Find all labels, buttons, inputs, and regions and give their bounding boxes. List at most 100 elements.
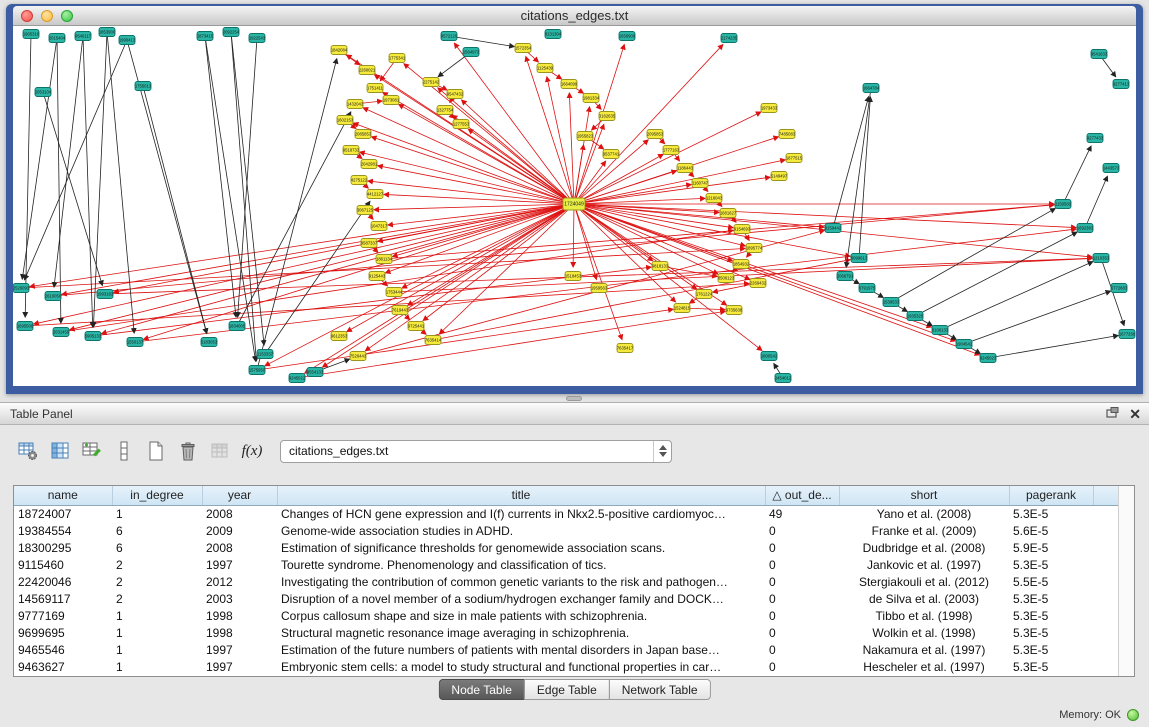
graph-node[interactable]: 1973081 <box>383 96 400 105</box>
graph-node[interactable]: 2269432 <box>750 279 767 288</box>
table-row[interactable]: 911546021997Tourette syndrome. Phenomeno… <box>14 556 1119 573</box>
close-panel-button[interactable]: ✕ <box>1129 407 1141 421</box>
network-window-titlebar[interactable]: citations_edges.txt <box>13 6 1136 26</box>
graph-node[interactable]: 1935325 <box>907 312 924 321</box>
graph-node[interactable]: 9554133 <box>307 368 324 377</box>
graph-node[interactable]: 1664784 <box>863 84 880 93</box>
graph-node[interactable]: 9154693 <box>734 225 751 234</box>
import-table-button[interactable] <box>204 435 236 467</box>
graph-node[interactable]: 1861134 <box>376 255 393 264</box>
graph-node[interactable]: 1724049 <box>563 198 585 210</box>
graph-node[interactable]: 1125439 <box>537 64 554 73</box>
graph-node[interactable]: 1656909 <box>619 32 636 41</box>
graph-node[interactable]: 1524815 <box>674 304 691 313</box>
graph-node[interactable]: 1905316 <box>23 30 40 39</box>
graph-node[interactable]: 1753444 <box>386 288 403 297</box>
column-header[interactable]: in_degree <box>112 486 202 505</box>
graph-node[interactable]: 1955823 <box>577 132 594 141</box>
graph-node[interactable]: 2454012 <box>775 374 792 383</box>
graph-node[interactable]: 9547432 <box>447 90 464 99</box>
graph-node[interactable]: 9587337 <box>361 239 378 248</box>
graph-node[interactable]: 9277433 <box>1087 134 1104 143</box>
graph-node[interactable]: 1990413 <box>119 36 136 45</box>
graph-node[interactable]: 1664099 <box>561 80 578 89</box>
graph-node[interactable]: 1160747 <box>692 179 709 188</box>
graph-node[interactable]: 7619443 <box>392 306 409 315</box>
graph-node[interactable]: 1854932 <box>733 260 750 269</box>
graph-node[interactable]: 1877515 <box>786 154 803 163</box>
graph-node[interactable]: 9735638 <box>726 306 743 315</box>
graph-node[interactable]: 9159442 <box>825 224 842 233</box>
table-row[interactable]: 2242004622012Investigating the contribut… <box>14 573 1119 590</box>
graph-node[interactable]: 2085853 <box>355 130 372 139</box>
graph-node[interactable]: 2015404 <box>49 34 66 43</box>
graph-node[interactable]: 8506123 <box>718 274 735 283</box>
table-row[interactable]: 969969511998Structural magnetic resonanc… <box>14 624 1119 641</box>
column-header[interactable]: pagerank <box>1009 486 1093 505</box>
graph-node[interactable]: 8106133 <box>932 326 949 335</box>
graph-node[interactable]: 1432043 <box>347 100 364 109</box>
column-header[interactable]: year <box>202 486 277 505</box>
graph-node[interactable]: 2092254 <box>223 28 240 37</box>
new-table-button[interactable] <box>140 435 172 467</box>
graph-node[interactable]: 1518453 <box>565 272 582 281</box>
graph-node[interactable]: 9245022 <box>289 374 306 383</box>
graph-node[interactable]: 1777163 <box>663 146 680 155</box>
graph-node[interactable]: 2095853 <box>647 130 664 139</box>
graph-node[interactable]: 5149497 <box>771 172 788 181</box>
graph-node[interactable]: 1692383 <box>1077 224 1094 233</box>
graph-node[interactable]: 2526093 <box>13 284 30 293</box>
graph-node[interactable]: 1775341 <box>389 54 406 63</box>
graph-node[interactable]: 7526443 <box>350 352 367 361</box>
vertical-scrollbar[interactable] <box>1118 486 1134 676</box>
graph-node[interactable]: 6791975 <box>859 284 876 293</box>
table-row[interactable]: 977716911998Corpus callosum shape and si… <box>14 607 1119 624</box>
table-selector-dropdown[interactable]: citations_edges.txt <box>280 440 672 463</box>
edit-table-button[interactable] <box>76 435 108 467</box>
graph-node[interactable]: 1981334 <box>583 94 600 103</box>
graph-node[interactable]: 1602153 <box>337 116 354 125</box>
graph-node[interactable]: 1216043 <box>706 194 723 203</box>
graph-node[interactable]: 1564973 <box>463 48 480 57</box>
graph-node[interactable]: 9125443 <box>369 272 386 281</box>
graph-node[interactable]: 1159583 <box>1055 200 1072 209</box>
graph-node[interactable]: 9612353 <box>331 332 348 341</box>
graph-node[interactable]: 9572120 <box>441 32 458 41</box>
graph-node[interactable]: 9725441 <box>408 322 425 331</box>
graph-node[interactable]: 1842084 <box>331 46 348 55</box>
graph-node[interactable]: 1327754 <box>437 106 454 115</box>
graph-node[interactable]: 3162635 <box>599 112 616 121</box>
graph-node[interactable]: 9245023 <box>980 354 997 363</box>
graph-node[interactable]: 2610056 <box>45 292 62 301</box>
tab-node-table[interactable]: Node Table <box>438 679 525 700</box>
graph-node[interactable]: 5183053 <box>201 338 218 347</box>
table-row[interactable]: 1938455462009Genome-wide association stu… <box>14 522 1119 539</box>
graph-node[interactable]: 1959563 <box>591 284 608 293</box>
graph-node[interactable]: 4412127 <box>367 190 384 199</box>
graph-node[interactable]: 9518733 <box>343 146 360 155</box>
graph-node[interactable]: 2053104 <box>35 88 52 97</box>
select-columns-button[interactable] <box>44 435 76 467</box>
graph-node[interactable]: 1751411 <box>367 84 384 93</box>
graph-node[interactable]: 1973433 <box>761 104 778 113</box>
table-row[interactable]: 1830029562008Estimation of significance … <box>14 539 1119 556</box>
graph-node[interactable]: 9277413 <box>1113 80 1130 89</box>
column-header[interactable]: △ out_de... <box>765 486 839 505</box>
graph-node[interactable]: 7485083 <box>779 130 796 139</box>
row-tools-button[interactable] <box>108 435 140 467</box>
graph-node[interactable]: 1755013 <box>135 82 152 91</box>
float-panel-button[interactable] <box>1106 407 1119 420</box>
graph-node[interactable]: 1800542 <box>761 352 778 361</box>
graph-node[interactable]: 1277553 <box>453 120 470 129</box>
minimize-window-button[interactable] <box>41 10 53 22</box>
function-builder-button[interactable]: f(x) <box>236 435 268 467</box>
graph-node[interactable]: 7635417 <box>617 344 634 353</box>
graph-node[interactable]: 9818133 <box>652 262 669 271</box>
graph-node[interactable]: 1922543 <box>249 34 266 43</box>
table-row[interactable]: 946554611997Estimation of the future num… <box>14 641 1119 658</box>
delete-table-button[interactable] <box>172 435 204 467</box>
graph-node[interactable]: 2174235 <box>721 34 738 43</box>
tab-edge-table[interactable]: Edge Table <box>524 679 610 700</box>
graph-node[interactable]: 1153337 <box>257 350 274 359</box>
graph-node[interactable]: 2031459 <box>53 328 70 337</box>
